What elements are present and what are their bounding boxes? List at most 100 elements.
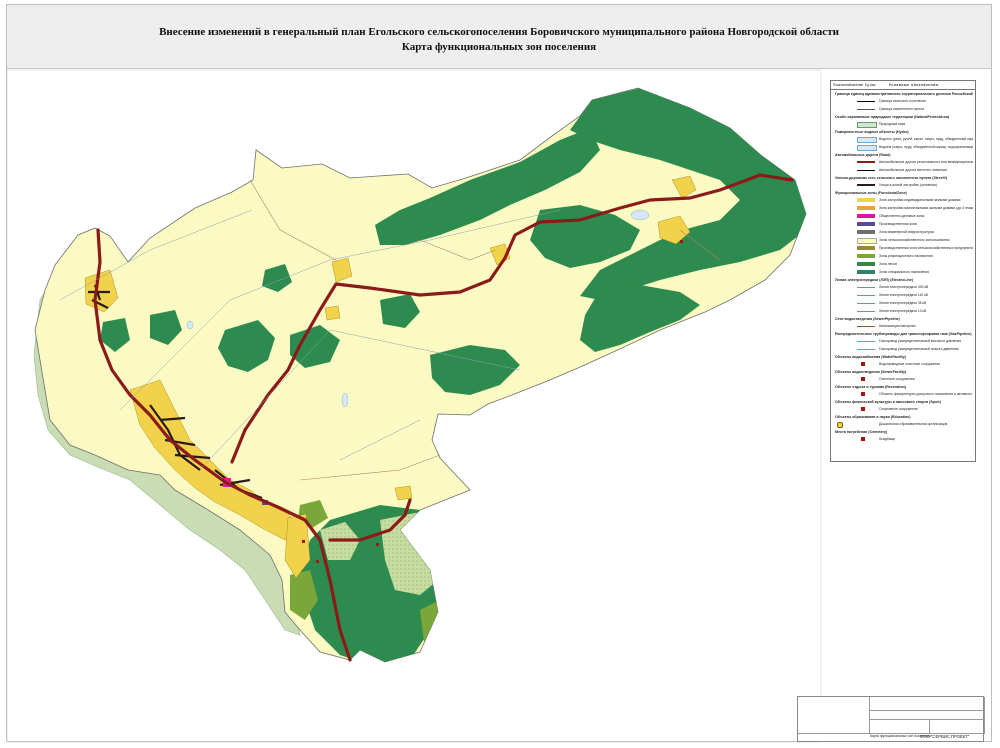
legend-item-label: Автомобильные дороги регионального или м… <box>879 160 973 164</box>
legend-section: Линии электропередачи (ЛЭП) (ElectricLin… <box>831 278 975 284</box>
legend-swatch <box>857 184 875 186</box>
legend-section-label: Функциональные зоны (FunctionalZone) <box>835 191 907 195</box>
stamp-sheet-cell <box>870 720 930 734</box>
legend-swatch <box>857 170 875 171</box>
legend-swatch <box>837 422 843 428</box>
legend-swatch <box>857 246 875 250</box>
legend-item-label: Зона инженерной инфраструктуры <box>879 230 935 234</box>
legend-section: Объекты физической культуры и массового … <box>831 400 975 406</box>
legend-item: Линия электропередачи 330 кВ <box>831 285 975 292</box>
legend-col-header-1: Показатель <box>833 83 851 87</box>
legend-swatch <box>857 145 877 151</box>
legend-swatch <box>857 109 875 110</box>
legend-swatch <box>857 230 875 234</box>
legend-section-label: Линии электропередачи (ЛЭП) (ElectricLin… <box>835 278 914 282</box>
legend-item: Зоны специального назначения <box>831 270 975 277</box>
legend-item-label: Линия электропередачи 330 кВ <box>879 285 929 289</box>
legend-section: Сети водоотведения (SewerPipeline) <box>831 317 975 323</box>
legend-item-label: Зона застройки малоэтажными жилыми домам… <box>879 206 973 210</box>
legend-item: Линия электропередачи 110 кВ <box>831 293 975 300</box>
legend-swatch <box>857 303 875 304</box>
legend-section-label: Объекты водоснабжения (WaterFacility) <box>835 355 906 359</box>
legend-section-label: Граница единиц административного-террито… <box>835 92 973 96</box>
legend-section-label: Места погребения (Cemetery) <box>835 430 888 434</box>
legend-swatch <box>857 198 875 202</box>
legend-section-label: Объекты отдыха и туризма (Recreation) <box>835 385 907 389</box>
legend-item-label: Дошкольная образовательная организация <box>879 422 948 426</box>
legend-item-label: Газопровод распределительный низкого дав… <box>879 347 959 351</box>
legend-swatch <box>857 122 877 128</box>
legend-item-label: Граница населенного пункта <box>879 107 924 111</box>
legend-item: Линия электропередачи 10 кВ <box>831 309 975 316</box>
legend-item: Кладбище <box>831 437 975 444</box>
legend-item: Зона застройки малоэтажными жилыми домам… <box>831 206 975 213</box>
legend-item-label: Зоны специального назначения <box>879 270 930 274</box>
legend-item-label: Зоны рекреационного назначения <box>879 254 933 258</box>
legend-item: Автомобильные дороги местного значения <box>831 168 975 175</box>
legend-item: Водоем (озеро, пруд, обводненный карьер,… <box>831 145 975 152</box>
legend-section: Особо охраняемые природные территории (N… <box>831 115 975 121</box>
legend-swatch <box>857 341 875 342</box>
legend-swatch <box>857 349 875 350</box>
legend-section-label: Поверхностные водные объекты (Hydro) <box>835 130 909 134</box>
legend-section-label: Объекты образования и науки (Education) <box>835 415 911 419</box>
legend-item-label: Канализация напорная <box>879 324 916 328</box>
legend-section: Объекты образования и науки (Education) <box>831 415 975 421</box>
stamp-project-cell <box>870 697 985 711</box>
legend-section: Поверхностные водные объекты (Hydro) <box>831 130 975 136</box>
legend-item-label: Объекты физкультурно-досугового назначен… <box>879 392 973 396</box>
legend-item: Зона лесов <box>831 262 975 269</box>
legend-item: Водопроводные очистные сооружения <box>831 362 975 369</box>
stamp-stage-cell <box>930 720 985 734</box>
legend-swatch <box>857 311 875 312</box>
legend-swatch <box>857 222 875 226</box>
legend-item: Производственная зона сельскохозяйственн… <box>831 246 975 253</box>
legend-col-header-3: Ед.изм. <box>865 83 877 87</box>
legend-section-label: Распределительные трубопроводы для транс… <box>835 332 972 336</box>
legend-section: Улично-дорожная сеть сельского населенно… <box>831 176 975 182</box>
legend-swatch <box>861 437 865 441</box>
legend-section: Функциональные зоны (FunctionalZone) <box>831 191 975 197</box>
legend-swatch <box>861 407 865 411</box>
legend-item: Зона инженерной инфраструктуры <box>831 230 975 237</box>
legend-section-label: Улично-дорожная сеть сельского населенно… <box>835 176 948 180</box>
legend-item: Газопровод распределительный низкого дав… <box>831 347 975 354</box>
legend-item: Зоны рекреационного назначения <box>831 254 975 261</box>
legend-item-label: Спортивное сооружение <box>879 407 918 411</box>
legend-section: Объекты водоснабжения (WaterFacility) <box>831 355 975 361</box>
legend-item: Канализация напорная <box>831 324 975 331</box>
legend-item: Граница населенного пункта <box>831 107 975 114</box>
legend-item: Водоток (река, ручей, канал, озеро, пруд… <box>831 137 975 144</box>
legend-swatch <box>861 362 865 366</box>
legend-swatch <box>857 238 877 244</box>
legend-col-header-2: Значение <box>849 83 864 87</box>
legend-item: Зоны сельскохозяйственного использования <box>831 238 975 245</box>
legend-section-label: Объекты водоотведения (SewerFacility) <box>835 370 907 374</box>
legend-header: Показатель Значение Ед.изм. Условные обо… <box>831 81 975 90</box>
legend-item-label: Общественно-деловые зоны <box>879 214 925 218</box>
legend-item: Линия электропередачи 35 кВ <box>831 301 975 308</box>
legend-section: Объекты водоотведения (SewerFacility) <box>831 370 975 376</box>
stamp-company: ООО "СЕРВИС ПРОЕКТ" <box>920 734 970 739</box>
legend-swatch <box>857 295 875 296</box>
legend-item: Спортивное сооружение <box>831 407 975 414</box>
legend-item: Объекты физкультурно-досугового назначен… <box>831 392 975 399</box>
legend-swatch <box>857 101 875 102</box>
legend-swatch <box>857 254 875 258</box>
legend-item: Производственная зона <box>831 222 975 229</box>
legend-swatch <box>857 326 875 327</box>
legend-section: Распределительные трубопроводы для транс… <box>831 332 975 338</box>
legend-item: Газопровод распределительный высокого да… <box>831 339 975 346</box>
legend-swatch <box>857 214 875 218</box>
legend-item-label: Водопроводные очистные сооружения <box>879 362 940 366</box>
legend-item-label: Водоем (озеро, пруд, обводненный карьер,… <box>879 145 973 149</box>
legend-swatch <box>857 161 875 163</box>
stamp-signature-cells <box>798 697 870 734</box>
legend-item-label: Зона лесов <box>879 262 897 266</box>
legend-item-label: Улица в жилой застройке (основная) <box>879 183 937 187</box>
legend-item-label: Производственная зона сельскохозяйственн… <box>879 246 973 250</box>
legend-swatch <box>857 287 875 288</box>
map-legend: Показатель Значение Ед.изм. Условные обо… <box>830 80 976 462</box>
legend-item-label: Линия электропередачи 35 кВ <box>879 301 927 305</box>
legend-item: Улица в жилой застройке (основная) <box>831 183 975 190</box>
